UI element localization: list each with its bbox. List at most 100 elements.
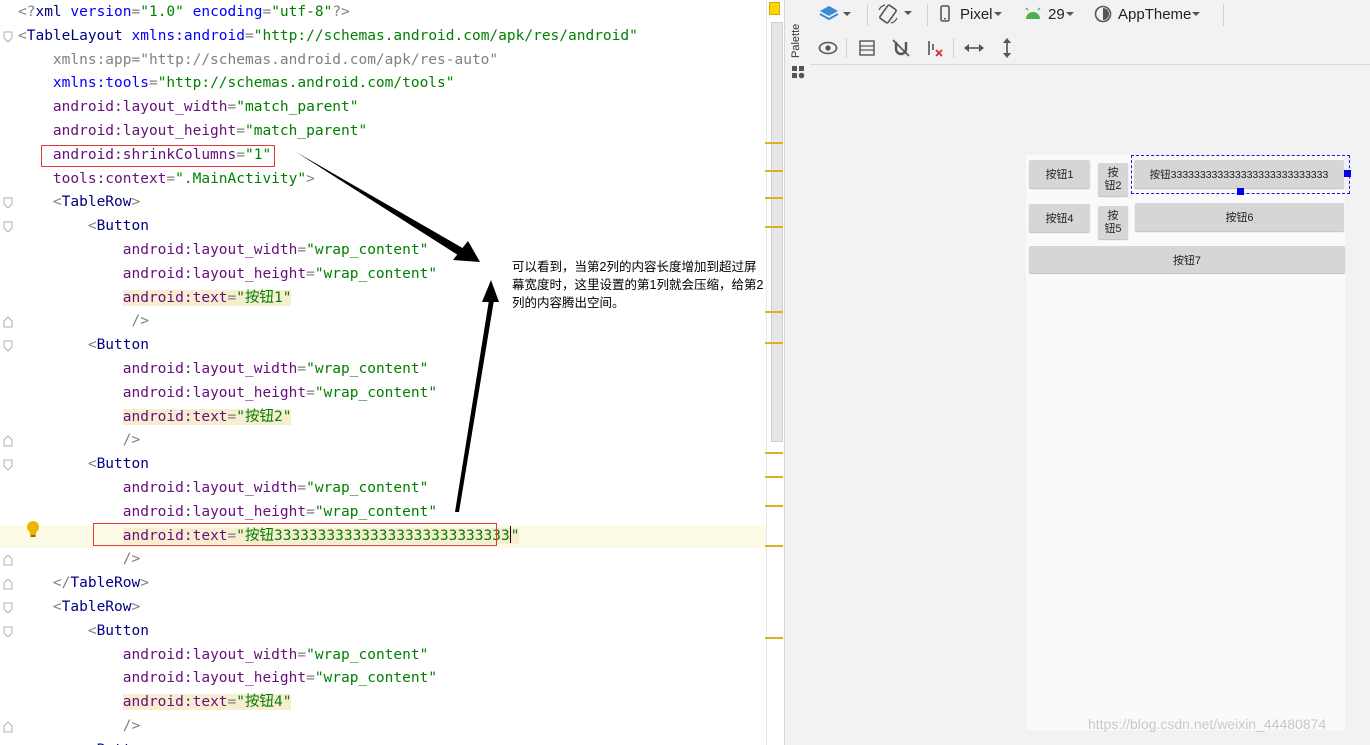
- code-line[interactable]: <Button: [0, 334, 766, 358]
- layout-design-panel[interactable]: Pixel 29 AppTheme 按钮1 按 钮2 按钮33333333333…: [810, 0, 1370, 745]
- code-line[interactable]: <Button: [0, 215, 766, 239]
- code-line[interactable]: <Button: [0, 620, 766, 644]
- code-token: android:layout_width: [122, 242, 298, 258]
- device-preview-screen[interactable]: 按钮1 按钮2 按钮333333333333333333333333333 按钮…: [1026, 155, 1351, 730]
- scroll-marker[interactable]: [765, 452, 783, 454]
- code-token: Button: [96, 337, 149, 354]
- theme-menu[interactable]: AppTheme: [1094, 0, 1201, 28]
- code-token: android:layout_height: [122, 503, 307, 520]
- code-editor[interactable]: <?xml version="1.0" encoding="utf-8"?> <T…: [0, 0, 784, 745]
- code-line[interactable]: android:layout_width="wrap_content": [0, 644, 766, 668]
- code-line[interactable]: <TableRow>: [0, 191, 766, 215]
- code-token: />: [18, 718, 141, 734]
- selection-handle[interactable]: [1344, 170, 1351, 177]
- orientation-menu[interactable]: [876, 0, 916, 28]
- code-token: android:text: [122, 289, 228, 306]
- scroll-marker[interactable]: [765, 342, 783, 344]
- code-line[interactable]: android:layout_height="wrap_content": [0, 501, 766, 525]
- horizontal-arrows-icon: [963, 41, 985, 55]
- show-layout-decorations-button[interactable]: [858, 34, 876, 62]
- code-line[interactable]: />: [0, 429, 766, 453]
- lightbulb-icon[interactable]: [26, 520, 40, 538]
- scroll-marker[interactable]: [765, 197, 783, 199]
- code-line[interactable]: </TableRow>: [0, 572, 766, 596]
- code-line[interactable]: />: [0, 310, 766, 334]
- code-line[interactable]: android:layout_height="wrap_content": [0, 667, 766, 691]
- device-name: Pixel: [960, 5, 993, 23]
- code-line[interactable]: xmlns:tools="http://schemas.android.com/…: [0, 72, 766, 96]
- code-line[interactable]: android:layout_width="wrap_content": [0, 358, 766, 382]
- watermark: https://blog.csdn.net/weixin_44480874: [1088, 716, 1327, 732]
- code-line[interactable]: />: [0, 548, 766, 572]
- expand-vertical-button[interactable]: [1000, 34, 1014, 62]
- code-line[interactable]: <TableRow>: [0, 596, 766, 620]
- scroll-marker[interactable]: [765, 311, 783, 313]
- editor-scrollbar[interactable]: [766, 0, 784, 745]
- code-token: <: [18, 599, 62, 615]
- code-token: </: [18, 575, 71, 592]
- toolbar-separator: [867, 4, 868, 26]
- code-token: =: [148, 75, 158, 92]
- code-token: android:layout_width: [122, 480, 298, 496]
- code-line[interactable]: tools:context=".MainActivity">: [0, 168, 766, 192]
- code-token: >: [131, 194, 141, 211]
- preview-button-6[interactable]: 按钮6: [1135, 203, 1344, 231]
- code-token: <: [18, 456, 97, 473]
- scroll-marker[interactable]: [765, 545, 783, 547]
- palette-label[interactable]: Palette: [790, 24, 802, 58]
- view-options-button[interactable]: [818, 34, 838, 62]
- api-level-menu[interactable]: 29: [1024, 0, 1075, 28]
- code-token: />: [18, 551, 141, 568]
- code-token: >: [131, 599, 141, 615]
- code-token: android:layout_height: [122, 384, 307, 401]
- scroll-marker[interactable]: [765, 476, 783, 478]
- code-token: />: [18, 313, 149, 330]
- preview-button-2[interactable]: 按钮2: [1098, 163, 1128, 196]
- inspection-status-indicator[interactable]: [769, 2, 780, 15]
- code-token: =: [227, 408, 237, 425]
- code-token: =: [297, 242, 307, 258]
- palette-icon[interactable]: [791, 64, 805, 83]
- code-line[interactable]: <?xml version="1.0" encoding="utf-8"?>: [0, 1, 766, 25]
- scroll-marker[interactable]: [765, 505, 783, 507]
- code-line[interactable]: android:layout_width="wrap_content": [0, 477, 766, 501]
- disable-autoconnect-button[interactable]: [891, 34, 911, 62]
- clear-constraints-button[interactable]: [925, 34, 945, 62]
- device-menu[interactable]: Pixel: [938, 0, 1003, 28]
- code-token: android:layout_height: [122, 265, 307, 282]
- scroll-marker[interactable]: [765, 170, 783, 172]
- code-line[interactable]: android:text="按钮4": [0, 691, 766, 715]
- code-line[interactable]: <Button: [0, 739, 766, 745]
- code-token: "1.0": [140, 4, 184, 20]
- code-token: =: [297, 480, 307, 496]
- code-line[interactable]: <TableLayout xmlns:android="http://schem…: [0, 25, 766, 49]
- annotation-text: 可以看到，当第2列的内容长度增加到超过屏幕宽度时，这里设置的第1列就会压缩，给第…: [512, 260, 764, 310]
- preview-button-7[interactable]: 按钮7: [1029, 246, 1345, 273]
- scroll-marker[interactable]: [765, 142, 783, 144]
- code-line[interactable]: />: [0, 715, 766, 739]
- scroll-marker[interactable]: [765, 637, 783, 639]
- code-token: android:layout_height: [122, 670, 307, 687]
- code-line[interactable]: android:layout_height="match_parent": [0, 120, 766, 144]
- code-line[interactable]: android:layout_width="match_parent": [0, 96, 766, 120]
- expand-horizontal-button[interactable]: [963, 34, 985, 62]
- code-line[interactable]: android:text="按钮2": [0, 406, 766, 430]
- code-line[interactable]: android:layout_height="wrap_content": [0, 382, 766, 406]
- scroll-marker[interactable]: [765, 226, 783, 228]
- preview-button-5[interactable]: 按钮5: [1098, 206, 1128, 239]
- palette-side-tab[interactable]: Palette: [784, 0, 812, 745]
- preview-button-4[interactable]: 按钮4: [1029, 204, 1090, 232]
- preview-button-1[interactable]: 按钮1: [1029, 160, 1090, 188]
- design-surface-menu[interactable]: [818, 0, 852, 28]
- code-line[interactable]: <Button: [0, 453, 766, 477]
- code-token: ?>: [332, 4, 350, 20]
- selection-handle[interactable]: [1237, 188, 1244, 195]
- code-line[interactable]: xmlns:app="http://schemas.android.com/ap…: [0, 49, 766, 73]
- editor-scroll-thumb[interactable]: [771, 22, 783, 442]
